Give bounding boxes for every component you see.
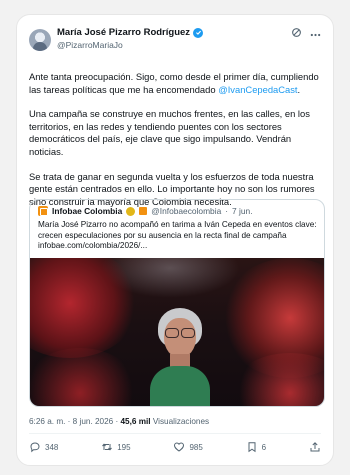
affiliate-badge-icon <box>139 207 148 215</box>
tweet-paragraph-2: Una campaña se construye en muchos frent… <box>29 108 310 157</box>
like-button[interactable]: 985 <box>173 441 203 453</box>
mention-link[interactable]: @IvanCepedaCast <box>218 84 297 95</box>
verified-badge-icon <box>193 27 204 38</box>
quoted-tweet-photo[interactable] <box>30 258 324 406</box>
author-handle[interactable]: @PizarroMariaJo <box>57 40 203 50</box>
person-face <box>164 318 196 358</box>
share-icon <box>310 442 320 452</box>
quoted-separator: · <box>225 206 229 216</box>
quoted-tweet-text: María José Pizarro no acompañó en tarima… <box>38 220 317 251</box>
retweet-icon <box>102 443 113 451</box>
author-display-name[interactable]: María José Pizarro Rodríguez <box>57 27 190 38</box>
tweet-timestamp[interactable]: 6:26 a. m. · 8 jun. 2026 · <box>29 417 118 426</box>
quoted-source-name: Infobae Colombia <box>52 206 123 216</box>
tweet-paragraph-1: Ante tanta preocupación. Sigo, como desd… <box>29 71 325 96</box>
gold-verified-icon <box>126 206 136 216</box>
reply-icon <box>30 442 40 453</box>
paragraph-text-end: . <box>297 83 301 95</box>
heart-icon <box>174 442 185 452</box>
avatar[interactable] <box>29 29 51 51</box>
photo-person <box>150 308 210 406</box>
quoted-tweet[interactable]: Infobae Colombia @Infobaecolombia · 7 ju… <box>29 199 325 407</box>
quoted-date: 7 jun. <box>232 206 253 216</box>
tweet-header: María José Pizarro Rodríguez @PizarroMar… <box>29 27 321 61</box>
reply-button[interactable]: 348 <box>29 441 58 453</box>
tweet-text: Ante tanta preocupación. Sigo, como desd… <box>29 71 325 220</box>
person-shirt <box>150 366 210 406</box>
quoted-tweet-header: Infobae Colombia @Infobaecolombia · 7 ju… <box>38 206 253 216</box>
tweet-card: María José Pizarro Rodríguez @PizarroMar… <box>16 14 334 466</box>
photo-red-flag-blur-left <box>30 258 140 358</box>
divider <box>29 433 321 434</box>
views-label: Visualizaciones <box>152 417 210 426</box>
share-button[interactable] <box>309 441 321 453</box>
retweet-count: 195 <box>117 442 131 452</box>
bookmark-icon <box>248 442 256 453</box>
reply-count: 348 <box>45 442 59 452</box>
author-block: María José Pizarro Rodríguez @PizarroMar… <box>57 27 204 50</box>
person-glasses <box>164 328 196 338</box>
quoted-handle: @Infobaecolombia <box>151 206 222 216</box>
more-options-icon[interactable] <box>310 29 321 41</box>
bookmark-button[interactable]: 6 <box>246 441 266 453</box>
bookmark-count: 6 <box>261 442 267 452</box>
photo-red-blur-bottom-left <box>30 348 140 406</box>
infobae-logo-icon <box>38 206 48 216</box>
author-name-row[interactable]: María José Pizarro Rodríguez <box>57 27 204 38</box>
grok-icon[interactable] <box>291 27 302 42</box>
views-count: 45,6 mil <box>120 417 151 426</box>
retweet-button[interactable]: 195 <box>101 441 131 453</box>
like-count: 985 <box>189 442 203 452</box>
tweet-actions: 348 195 985 6 <box>29 439 321 455</box>
header-actions <box>291 27 321 42</box>
tweet-metadata: 6:26 a. m. · 8 jun. 2026 · 45,6 mil Visu… <box>29 417 209 426</box>
